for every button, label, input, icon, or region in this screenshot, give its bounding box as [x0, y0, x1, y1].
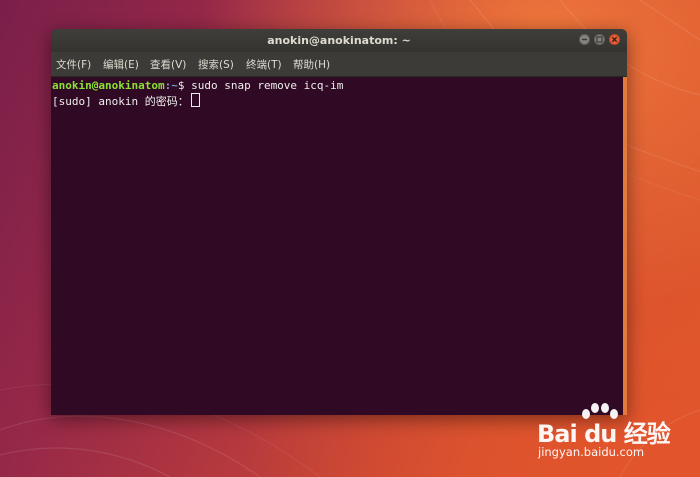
- maximize-icon: [596, 36, 603, 43]
- prompt-symbol: $: [177, 79, 192, 92]
- text-cursor: [190, 93, 200, 107]
- close-button[interactable]: [609, 34, 620, 45]
- watermark-url: jingyan.baidu.com: [538, 445, 645, 459]
- menu-terminal[interactable]: 终端(T): [246, 57, 282, 72]
- terminal-window[interactable]: anokin@anokinatom: ~ 文件(F) 编辑(E) 查看(V) 搜…: [51, 29, 627, 415]
- password-line: [sudo] anokin 的密码：: [52, 93, 200, 109]
- minimize-button[interactable]: [579, 34, 590, 45]
- baidu-jingyan-watermark: Bai du 经验 jingyan.baidu.com: [535, 400, 695, 470]
- menu-help[interactable]: 帮助(H): [293, 57, 330, 72]
- close-icon: [611, 36, 618, 43]
- menu-file[interactable]: 文件(F): [56, 57, 91, 72]
- prompt-user: anokin@anokinatom: [52, 79, 165, 92]
- menu-search[interactable]: 搜索(S): [198, 57, 234, 72]
- command-text: sudo snap remove icq-im: [191, 79, 344, 92]
- menu-bar: 文件(F) 编辑(E) 查看(V) 搜索(S) 终端(T) 帮助(H): [51, 52, 627, 77]
- command-line: anokin@anokinatom:~$ sudo snap remove ic…: [52, 79, 343, 93]
- title-bar[interactable]: anokin@anokinatom: ~: [51, 29, 627, 52]
- minimize-icon: [582, 38, 587, 41]
- prompt-path: :~: [164, 79, 178, 92]
- terminal-output[interactable]: anokin@anokinatom:~$ sudo snap remove ic…: [51, 77, 623, 415]
- window-title: anokin@anokinatom: ~: [267, 34, 411, 47]
- menu-view[interactable]: 查看(V): [150, 57, 186, 72]
- menu-edit[interactable]: 编辑(E): [103, 57, 139, 72]
- scrollbar[interactable]: [623, 77, 627, 415]
- watermark-brand: Bai du 经验: [537, 420, 671, 448]
- password-prompt: [sudo] anokin 的密码：: [52, 95, 189, 108]
- maximize-button[interactable]: [594, 34, 605, 45]
